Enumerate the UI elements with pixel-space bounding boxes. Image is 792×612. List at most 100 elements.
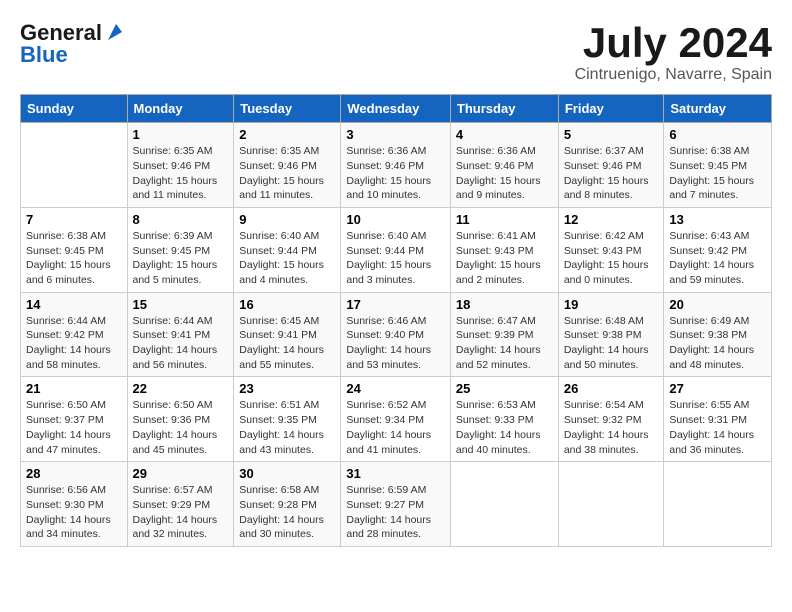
calendar-cell: 9 Sunrise: 6:40 AM Sunset: 9:44 PM Daylig… [234, 207, 341, 292]
calendar-cell: 20 Sunrise: 6:49 AM Sunset: 9:38 PM Dayli… [664, 292, 772, 377]
day-info: Sunrise: 6:44 AM Sunset: 9:41 PM Dayligh… [133, 314, 229, 373]
day-info: Sunrise: 6:47 AM Sunset: 9:39 PM Dayligh… [456, 314, 553, 373]
day-number: 26 [564, 381, 659, 396]
col-header-friday: Friday [558, 95, 664, 123]
day-number: 15 [133, 297, 229, 312]
day-info: Sunrise: 6:40 AM Sunset: 9:44 PM Dayligh… [239, 229, 335, 288]
calendar-week-row: 21 Sunrise: 6:50 AM Sunset: 9:37 PM Dayli… [21, 377, 772, 462]
col-header-saturday: Saturday [664, 95, 772, 123]
day-info: Sunrise: 6:49 AM Sunset: 9:38 PM Dayligh… [669, 314, 766, 373]
day-info: Sunrise: 6:44 AM Sunset: 9:42 PM Dayligh… [26, 314, 122, 373]
calendar-cell: 22Sunrise: 6:50 AM Sunset: 9:36 PM Dayli… [127, 377, 234, 462]
logo-blue: Blue [20, 42, 68, 68]
calendar-cell: 10Sunrise: 6:40 AM Sunset: 9:44 PM Dayli… [341, 207, 451, 292]
day-number: 24 [346, 381, 445, 396]
calendar-cell: 4 Sunrise: 6:36 AM Sunset: 9:46 PM Daylig… [450, 123, 558, 208]
day-info: Sunrise: 6:54 AM Sunset: 9:32 PM Dayligh… [564, 398, 659, 457]
calendar-cell: 11Sunrise: 6:41 AM Sunset: 9:43 PM Dayli… [450, 207, 558, 292]
day-info: Sunrise: 6:39 AM Sunset: 9:45 PM Dayligh… [133, 229, 229, 288]
day-number: 4 [456, 127, 553, 142]
calendar-cell [21, 123, 128, 208]
day-number: 16 [239, 297, 335, 312]
day-info: Sunrise: 6:59 AM Sunset: 9:27 PM Dayligh… [346, 483, 445, 542]
day-info: Sunrise: 6:41 AM Sunset: 9:43 PM Dayligh… [456, 229, 553, 288]
month-title: July 2024 [575, 20, 772, 66]
calendar-cell: 19 Sunrise: 6:48 AM Sunset: 9:38 PM Dayli… [558, 292, 664, 377]
day-number: 1 [133, 127, 229, 142]
col-header-monday: Monday [127, 95, 234, 123]
day-number: 2 [239, 127, 335, 142]
day-info: Sunrise: 6:50 AM Sunset: 9:37 PM Dayligh… [26, 398, 122, 457]
calendar-cell: 16Sunrise: 6:45 AM Sunset: 9:41 PM Dayli… [234, 292, 341, 377]
calendar-cell: 13 Sunrise: 6:43 AM Sunset: 9:42 PM Dayli… [664, 207, 772, 292]
logo-arrow-icon [104, 22, 126, 44]
day-number: 3 [346, 127, 445, 142]
calendar-cell: 26 Sunrise: 6:54 AM Sunset: 9:32 PM Dayli… [558, 377, 664, 462]
calendar-cell [450, 462, 558, 547]
day-number: 25 [456, 381, 553, 396]
calendar-cell: 7Sunrise: 6:38 AM Sunset: 9:45 PM Daylig… [21, 207, 128, 292]
calendar-cell: 1 Sunrise: 6:35 AM Sunset: 9:46 PM Daylig… [127, 123, 234, 208]
day-info: Sunrise: 6:35 AM Sunset: 9:46 PM Dayligh… [133, 144, 229, 203]
day-number: 12 [564, 212, 659, 227]
calendar-week-row: 14 Sunrise: 6:44 AM Sunset: 9:42 PM Dayli… [21, 292, 772, 377]
col-header-sunday: Sunday [21, 95, 128, 123]
day-info: Sunrise: 6:58 AM Sunset: 9:28 PM Dayligh… [239, 483, 335, 542]
col-header-tuesday: Tuesday [234, 95, 341, 123]
day-number: 6 [669, 127, 766, 142]
calendar-cell: 14 Sunrise: 6:44 AM Sunset: 9:42 PM Dayli… [21, 292, 128, 377]
calendar-table: SundayMondayTuesdayWednesdayThursdayFrid… [20, 94, 772, 547]
page-header: General Blue July 2024 Cintruenigo, Nava… [20, 20, 772, 84]
calendar-cell [664, 462, 772, 547]
day-number: 9 [239, 212, 335, 227]
logo: General Blue [20, 20, 126, 68]
day-number: 7 [26, 212, 122, 227]
day-number: 28 [26, 466, 122, 481]
day-number: 31 [346, 466, 445, 481]
day-info: Sunrise: 6:38 AM Sunset: 9:45 PM Dayligh… [669, 144, 766, 203]
calendar-cell: 21 Sunrise: 6:50 AM Sunset: 9:37 PM Dayli… [21, 377, 128, 462]
day-info: Sunrise: 6:52 AM Sunset: 9:34 PM Dayligh… [346, 398, 445, 457]
day-info: Sunrise: 6:56 AM Sunset: 9:30 PM Dayligh… [26, 483, 122, 542]
day-number: 20 [669, 297, 766, 312]
day-number: 27 [669, 381, 766, 396]
day-info: Sunrise: 6:35 AM Sunset: 9:46 PM Dayligh… [239, 144, 335, 203]
day-info: Sunrise: 6:55 AM Sunset: 9:31 PM Dayligh… [669, 398, 766, 457]
location: Cintruenigo, Navarre, Spain [575, 66, 772, 84]
day-number: 13 [669, 212, 766, 227]
day-info: Sunrise: 6:51 AM Sunset: 9:35 PM Dayligh… [239, 398, 335, 457]
calendar-cell: 24 Sunrise: 6:52 AM Sunset: 9:34 PM Dayli… [341, 377, 451, 462]
day-number: 30 [239, 466, 335, 481]
calendar-week-row: 7Sunrise: 6:38 AM Sunset: 9:45 PM Daylig… [21, 207, 772, 292]
day-info: Sunrise: 6:43 AM Sunset: 9:42 PM Dayligh… [669, 229, 766, 288]
calendar-header-row: SundayMondayTuesdayWednesdayThursdayFrid… [21, 95, 772, 123]
day-number: 29 [133, 466, 229, 481]
calendar-cell: 15 Sunrise: 6:44 AM Sunset: 9:41 PM Dayli… [127, 292, 234, 377]
day-info: Sunrise: 6:50 AM Sunset: 9:36 PM Dayligh… [133, 398, 229, 457]
day-info: Sunrise: 6:40 AM Sunset: 9:44 PM Dayligh… [346, 229, 445, 288]
calendar-cell: 30 Sunrise: 6:58 AM Sunset: 9:28 PM Dayli… [234, 462, 341, 547]
day-number: 18 [456, 297, 553, 312]
calendar-cell: 8 Sunrise: 6:39 AM Sunset: 9:45 PM Daylig… [127, 207, 234, 292]
day-number: 14 [26, 297, 122, 312]
calendar-cell: 31 Sunrise: 6:59 AM Sunset: 9:27 PM Dayli… [341, 462, 451, 547]
calendar-cell: 3Sunrise: 6:36 AM Sunset: 9:46 PM Daylig… [341, 123, 451, 208]
day-number: 5 [564, 127, 659, 142]
col-header-thursday: Thursday [450, 95, 558, 123]
day-number: 19 [564, 297, 659, 312]
calendar-cell: 29Sunrise: 6:57 AM Sunset: 9:29 PM Dayli… [127, 462, 234, 547]
calendar-cell: 27 Sunrise: 6:55 AM Sunset: 9:31 PM Dayli… [664, 377, 772, 462]
calendar-cell: 18 Sunrise: 6:47 AM Sunset: 9:39 PM Dayli… [450, 292, 558, 377]
calendar-cell: 25Sunrise: 6:53 AM Sunset: 9:33 PM Dayli… [450, 377, 558, 462]
calendar-cell: 6 Sunrise: 6:38 AM Sunset: 9:45 PM Daylig… [664, 123, 772, 208]
day-number: 21 [26, 381, 122, 396]
calendar-cell [558, 462, 664, 547]
day-info: Sunrise: 6:46 AM Sunset: 9:40 PM Dayligh… [346, 314, 445, 373]
calendar-cell: 12Sunrise: 6:42 AM Sunset: 9:43 PM Dayli… [558, 207, 664, 292]
day-number: 8 [133, 212, 229, 227]
day-info: Sunrise: 6:48 AM Sunset: 9:38 PM Dayligh… [564, 314, 659, 373]
day-info: Sunrise: 6:36 AM Sunset: 9:46 PM Dayligh… [456, 144, 553, 203]
calendar-cell: 23 Sunrise: 6:51 AM Sunset: 9:35 PM Dayli… [234, 377, 341, 462]
day-number: 17 [346, 297, 445, 312]
day-number: 23 [239, 381, 335, 396]
